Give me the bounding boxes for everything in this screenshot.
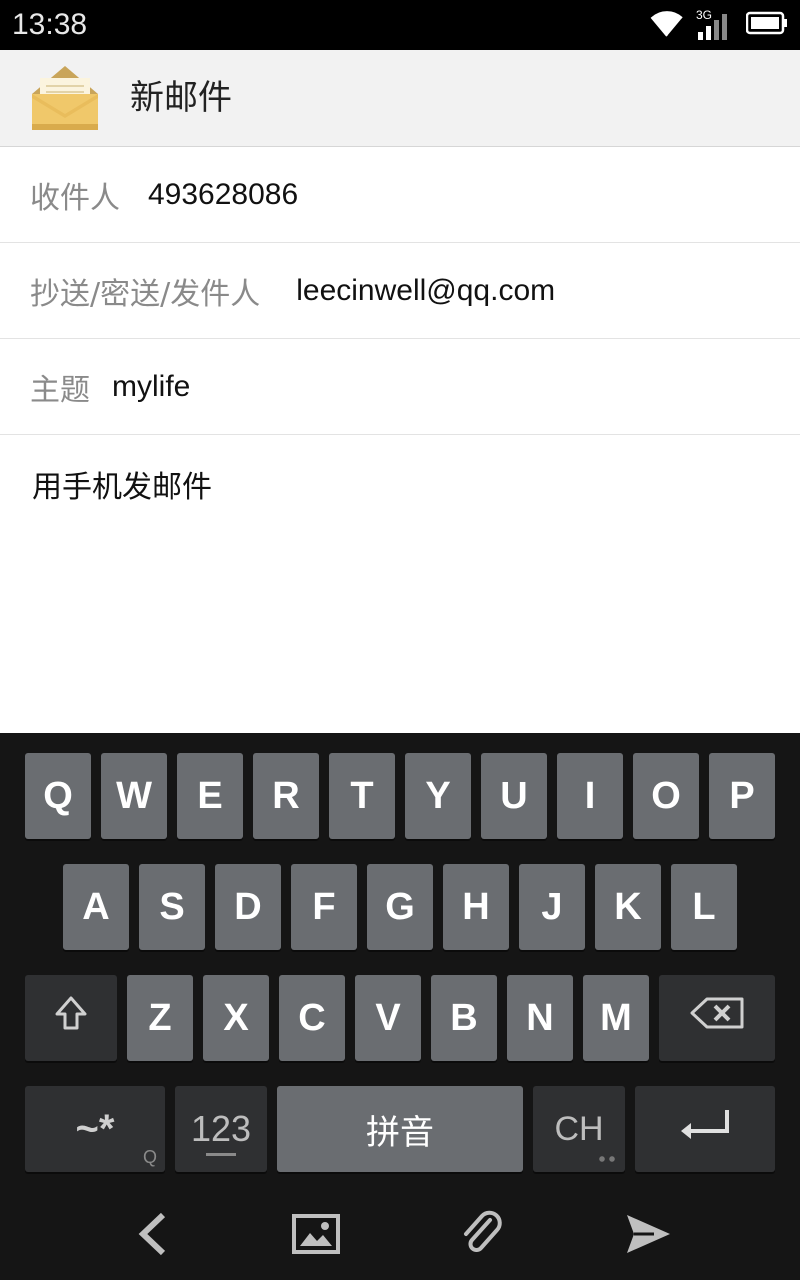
status-icons: 3G <box>648 8 788 42</box>
key-m[interactable]: M <box>583 975 649 1061</box>
back-icon <box>135 1211 169 1261</box>
key-l[interactable]: L <box>671 864 737 950</box>
key-r[interactable]: R <box>253 753 319 839</box>
key-y[interactable]: Y <box>405 753 471 839</box>
key-q[interactable]: Q <box>25 753 91 839</box>
key-e[interactable]: E <box>177 753 243 839</box>
enter-key[interactable] <box>635 1086 775 1172</box>
key-u[interactable]: U <box>481 753 547 839</box>
key-z[interactable]: Z <box>127 975 193 1061</box>
key-v[interactable]: V <box>355 975 421 1061</box>
send-button[interactable] <box>620 1208 676 1264</box>
send-icon <box>624 1212 672 1260</box>
cc-bcc-from-label: 抄送/密送/发件人 <box>30 276 261 312</box>
cc-bcc-from-field[interactable]: 抄送/密送/发件人 leecinwell@qq.com <box>0 243 800 339</box>
status-time: 13:38 <box>12 8 88 41</box>
key-x[interactable]: X <box>203 975 269 1061</box>
key-d[interactable]: D <box>215 864 281 950</box>
key-n[interactable]: N <box>507 975 573 1061</box>
status-bar: 13:38 3G <box>0 0 800 50</box>
key-h[interactable]: H <box>443 864 509 950</box>
key-o[interactable]: O <box>633 753 699 839</box>
key-k[interactable]: K <box>595 864 661 950</box>
key-s[interactable]: S <box>139 864 205 950</box>
signal-icon: 3G <box>696 8 736 40</box>
subject-field[interactable]: 主题 mylife <box>0 339 800 435</box>
numbers-key[interactable]: 123 <box>175 1086 267 1172</box>
symbols-key-label: ~* <box>75 1106 115 1151</box>
symbols-key[interactable]: ~* Q <box>25 1086 165 1172</box>
symbols-key-sublabel: Q <box>142 1147 157 1167</box>
key-j[interactable]: J <box>519 864 585 950</box>
backspace-icon <box>689 996 745 1040</box>
attach-button[interactable] <box>454 1208 510 1264</box>
key-c[interactable]: C <box>279 975 345 1061</box>
paperclip-icon <box>460 1210 504 1262</box>
to-input[interactable]: 493628086 <box>148 178 298 212</box>
enter-icon <box>677 1107 733 1151</box>
language-key-label: CH <box>554 1109 604 1148</box>
wifi-icon <box>648 8 686 42</box>
key-b[interactable]: B <box>431 975 497 1061</box>
language-key-dots <box>599 1156 615 1162</box>
from-input[interactable]: leecinwell@qq.com <box>296 274 555 308</box>
keyboard: Q W E R T Y U I O P A S D F G H J K L Z … <box>0 733 800 1190</box>
language-key[interactable]: CH <box>533 1086 625 1172</box>
key-f[interactable]: F <box>291 864 357 950</box>
back-button[interactable] <box>124 1208 180 1264</box>
message-body[interactable]: 用手机发邮件 <box>32 466 212 510</box>
title-bar: 新邮件 <box>0 50 800 147</box>
backspace-key[interactable] <box>659 975 775 1061</box>
key-w[interactable]: W <box>101 753 167 839</box>
space-key[interactable]: 拼音 <box>277 1086 523 1172</box>
to-field[interactable]: 收件人 493628086 <box>0 147 800 243</box>
numbers-key-underline <box>206 1153 236 1156</box>
subject-input[interactable]: mylife <box>112 370 190 404</box>
key-a[interactable]: A <box>63 864 129 950</box>
key-t[interactable]: T <box>329 753 395 839</box>
key-i[interactable]: I <box>557 753 623 839</box>
numbers-key-label: 123 <box>190 1108 252 1149</box>
image-icon <box>291 1213 341 1259</box>
space-key-label: 拼音 <box>366 1112 434 1153</box>
to-label: 收件人 <box>30 180 120 216</box>
shift-key[interactable] <box>25 975 117 1061</box>
compose-action-bar <box>0 1190 800 1280</box>
shift-icon <box>54 995 88 1041</box>
battery-icon <box>745 10 788 40</box>
page-title: 新邮件 <box>130 78 232 118</box>
key-g[interactable]: G <box>367 864 433 950</box>
envelope-icon <box>30 64 100 134</box>
insert-image-button[interactable] <box>288 1208 344 1264</box>
key-p[interactable]: P <box>709 753 775 839</box>
subject-label: 主题 <box>30 372 90 408</box>
